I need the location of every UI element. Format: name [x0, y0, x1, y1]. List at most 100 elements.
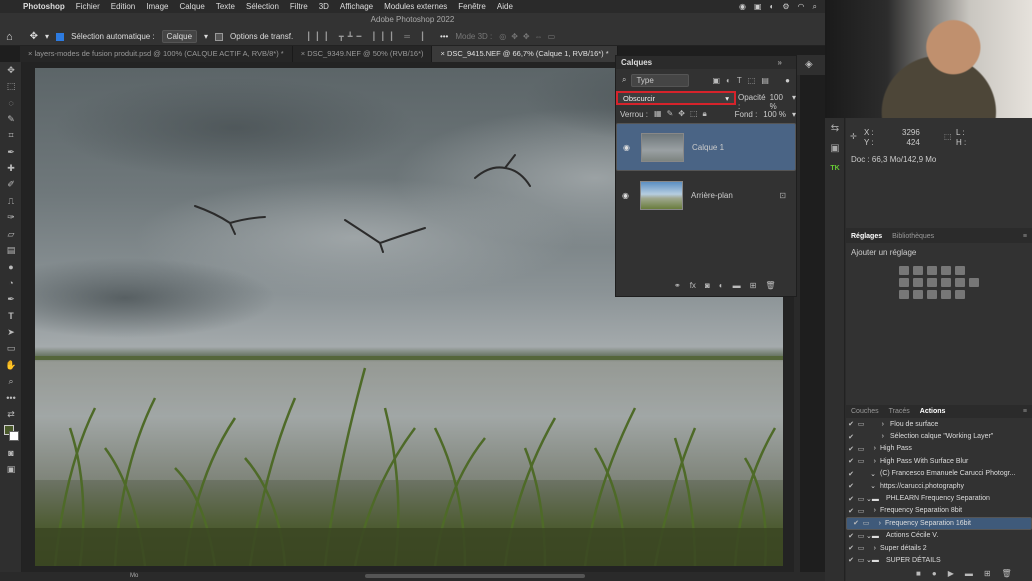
panel-menu-icon[interactable]: ≡ [1023, 408, 1027, 415]
link-icon[interactable]: ⚭ [674, 281, 681, 290]
type-tool-icon[interactable]: T [0, 308, 22, 324]
chevron-down-icon[interactable]: ▾ [204, 32, 208, 41]
fx-icon[interactable]: fx [690, 281, 696, 290]
action-row[interactable]: ✔ ⌄ https://carucci.photography [846, 480, 1032, 492]
new-action-icon[interactable]: ⊞ [984, 569, 991, 578]
visibility-eye-icon[interactable]: ◉ [623, 143, 633, 152]
dialog-icon[interactable]: ▭ [856, 507, 866, 515]
check-icon[interactable]: ✔ [846, 445, 856, 453]
collapse-icon[interactable]: » [778, 58, 796, 67]
move-tool-icon[interactable]: ✥ [0, 62, 22, 78]
brush-tool-icon[interactable]: ✐ [0, 177, 22, 193]
chevron-right-icon[interactable]: › [866, 421, 890, 428]
chevron-right-icon[interactable]: › [866, 458, 880, 465]
blur-tool-icon[interactable]: ● [0, 259, 22, 275]
chevron-down-icon[interactable]: ▾ [45, 32, 49, 41]
screen-mode-icon[interactable]: ▣ [0, 461, 22, 477]
align-icons[interactable]: ┃┃┃ ┳┻━ ┃┃┃ ═ ┃ [306, 32, 429, 41]
curves-icon[interactable] [926, 266, 937, 275]
invert-icon[interactable] [898, 290, 909, 299]
layers-filter-dropdown[interactable]: Type [631, 73, 690, 87]
menu-filtre[interactable]: Filtre [290, 2, 308, 11]
shape-tool-icon[interactable]: ▭ [0, 341, 22, 357]
info-icon[interactable]: ⇆ [825, 118, 845, 138]
menu-texte[interactable]: Texte [216, 2, 235, 11]
check-icon[interactable]: ✔ [846, 420, 856, 428]
tab-actions[interactable]: Actions [920, 408, 946, 415]
stamp-tool-icon[interactable]: ⎍ [0, 193, 22, 209]
layers-dock-icon[interactable]: ◈ [805, 59, 813, 70]
stop-icon[interactable]: ■ [916, 569, 921, 578]
chevron-right-icon[interactable]: › [866, 433, 890, 440]
check-icon[interactable]: ✔ [846, 482, 856, 490]
hand-tool-icon[interactable]: ✋ [0, 357, 22, 373]
dialog-icon[interactable]: ▭ [856, 556, 866, 564]
trash-icon[interactable]: 🗑︎ [765, 281, 775, 290]
dialog-icon[interactable]: ▭ [856, 532, 866, 540]
mask-icon[interactable]: ◙ [705, 281, 710, 290]
path-select-tool-icon[interactable]: ➤ [0, 324, 22, 340]
horizontal-scrollbar[interactable] [365, 574, 585, 578]
check-icon[interactable]: ✔ [846, 495, 856, 503]
new-layer-icon[interactable]: ⊞ [750, 281, 757, 290]
3d-icons[interactable]: ◎✥✥⇔▭ [499, 32, 560, 41]
folder-icon[interactable]: ⌄▬ [866, 556, 886, 564]
layer-row-calque-1[interactable]: ◉ Calque 1 [616, 123, 796, 171]
search-icon[interactable]: ⌕ [813, 2, 817, 12]
adjustment-icon[interactable]: ◐ [719, 281, 724, 290]
menu-fenetre[interactable]: Fenêtre [458, 2, 486, 11]
exposure-icon[interactable] [940, 266, 951, 275]
check-icon[interactable]: ✔ [851, 519, 861, 527]
gradient-map-icon[interactable] [940, 290, 951, 299]
menu-aide[interactable]: Aide [497, 2, 513, 11]
color-swatches[interactable] [0, 423, 22, 445]
home-icon[interactable]: ⌂ [6, 31, 13, 43]
dodge-tool-icon[interactable]: ◔ [0, 275, 22, 291]
record-icon[interactable]: ● [932, 569, 937, 578]
action-row[interactable]: ✔ › Sélection calque "Working Layer" [846, 430, 1032, 442]
chevron-right-icon[interactable]: › [871, 520, 885, 527]
chevron-down-icon[interactable]: ⌄ [866, 482, 880, 490]
check-icon[interactable]: ✔ [846, 556, 856, 564]
auto-select-dropdown[interactable]: Calque [161, 30, 198, 43]
bw-icon[interactable] [926, 278, 937, 287]
brightness-icon[interactable] [898, 266, 909, 275]
crop-tool-icon[interactable]: ⌗ [0, 128, 22, 144]
action-row[interactable]: ✔ ▭ › Super détails 2 [846, 542, 1032, 554]
history-brush-tool-icon[interactable]: ✑ [0, 210, 22, 226]
dialog-icon[interactable]: ▭ [856, 420, 866, 428]
check-icon[interactable]: ✔ [846, 507, 856, 515]
layers-panel-title[interactable]: Calques [621, 58, 652, 67]
tab-bibliotheques[interactable]: Bibliothèques [892, 233, 934, 240]
action-row[interactable]: ✔ ▭ › Frequency Separation 8bit [846, 505, 1032, 517]
menu-image[interactable]: Image [146, 2, 168, 11]
posterize-icon[interactable] [912, 290, 923, 299]
visibility-eye-icon[interactable]: ◉ [622, 191, 632, 200]
chevron-down-icon[interactable]: ▾ [792, 110, 796, 119]
action-set-row[interactable]: ✔ ▭ ⌄▬ SUPER DÉTAILS [846, 554, 1032, 566]
check-icon[interactable]: ✔ [846, 470, 856, 478]
color-balance-icon[interactable] [912, 278, 923, 287]
layer-name[interactable]: Calque 1 [692, 143, 724, 152]
menu-3d[interactable]: 3D [319, 2, 329, 11]
status-icon[interactable]: ▣ [754, 2, 762, 12]
menu-selection[interactable]: Sélection [246, 2, 279, 11]
filter-icons[interactable]: ▣◐T⬚▤ [712, 76, 774, 85]
auto-select-checkbox[interactable] [56, 32, 65, 41]
chevron-right-icon[interactable]: › [866, 545, 880, 552]
chevron-down-icon[interactable]: ⌄ [866, 470, 880, 478]
vibrance-icon[interactable] [954, 266, 965, 275]
check-icon[interactable]: ✔ [846, 433, 856, 441]
action-set-row[interactable]: ✔ ▭ ⌄▬ Actions Cécile V. [846, 530, 1032, 542]
pen-tool-icon[interactable]: ✒ [0, 291, 22, 307]
status-icon[interactable]: ◐ [770, 2, 775, 12]
swap-colors-icon[interactable]: ⇄ [0, 406, 22, 422]
menu-edition[interactable]: Edition [111, 2, 135, 11]
lock-icons[interactable]: ▦✎✥⬚🔒︎ [654, 109, 712, 119]
action-row-selected[interactable]: ✔ ▭ › Frequency Separation 16bit [846, 517, 1032, 530]
dialog-icon[interactable]: ▭ [856, 495, 866, 503]
tab-couches[interactable]: Couches [851, 408, 879, 415]
dialog-icon[interactable]: ▭ [856, 457, 866, 465]
threshold-icon[interactable] [926, 290, 937, 299]
menu-modules-externes[interactable]: Modules externes [384, 2, 447, 11]
